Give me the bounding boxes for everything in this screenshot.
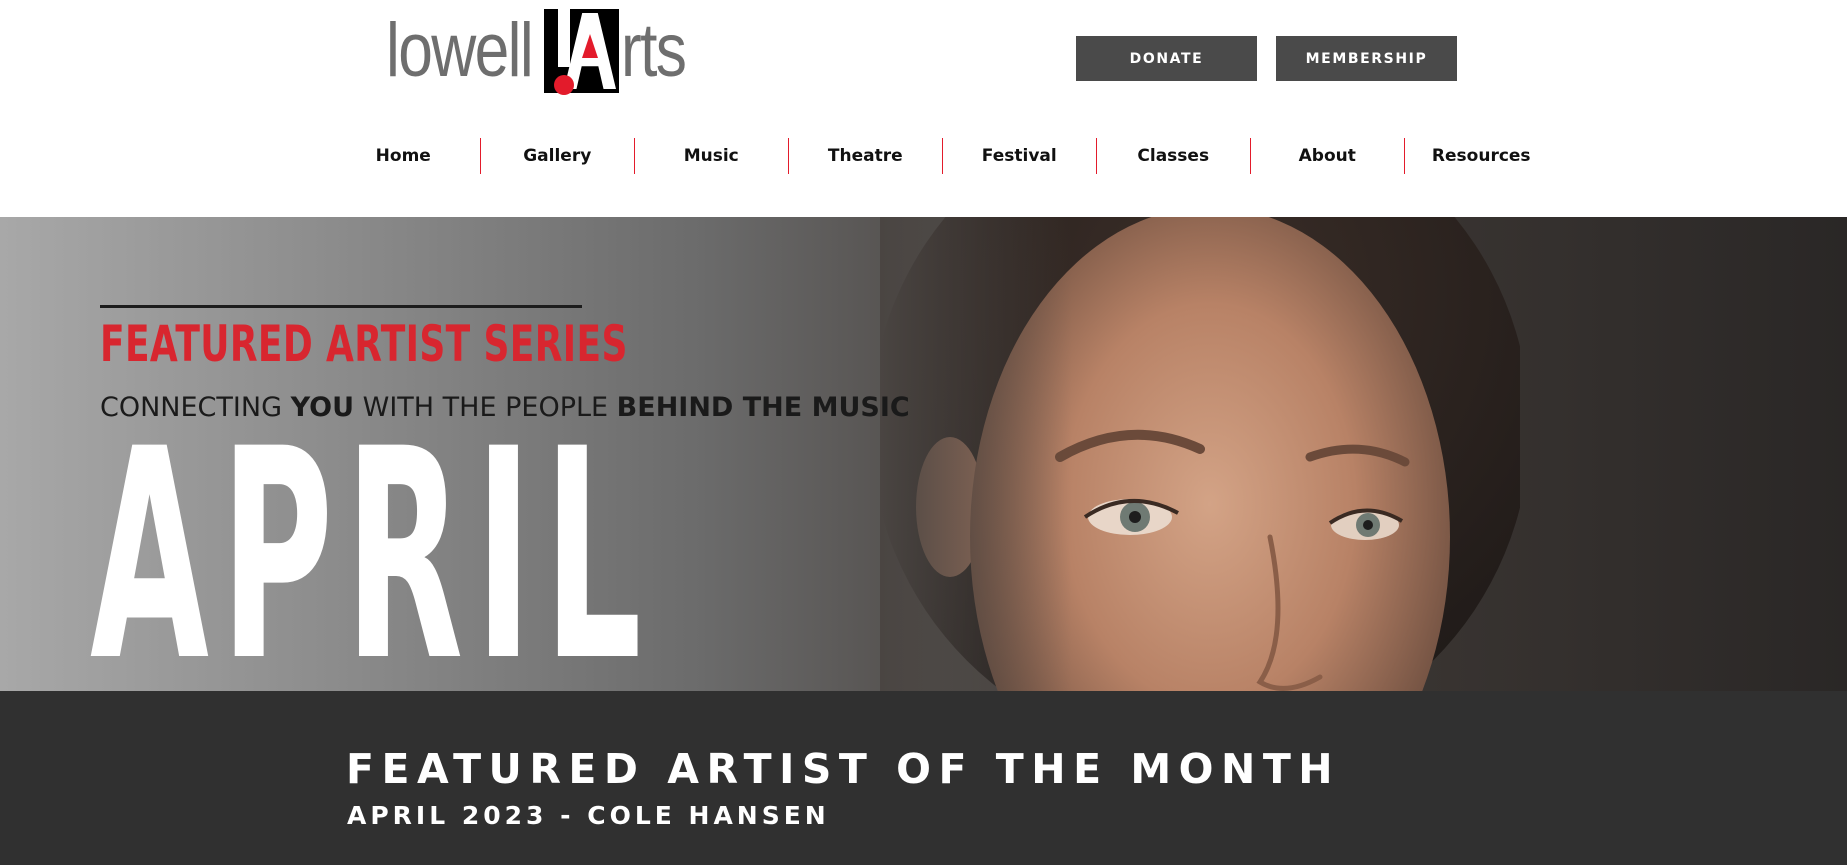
site-header: lowell rts DONATE MEMBERSHIP Home Galler… bbox=[0, 0, 1847, 217]
artist-portrait-image bbox=[880, 217, 1520, 691]
nav-item-theatre[interactable]: Theatre bbox=[789, 137, 942, 175]
logo-text-right: rts bbox=[621, 8, 687, 93]
nav-item-resources[interactable]: Resources bbox=[1405, 137, 1558, 175]
logo-mark-icon bbox=[544, 9, 619, 95]
logo-exclamation-bar bbox=[558, 9, 570, 67]
main-nav: Home Gallery Music Theatre Festival Clas… bbox=[327, 137, 1558, 175]
nav-item-classes[interactable]: Classes bbox=[1097, 137, 1250, 175]
tagline-bold-behind-music: BEHIND THE MUSIC bbox=[616, 392, 910, 423]
featured-artist-band: FEATURED ARTIST OF THE MONTH APRIL 2023 … bbox=[0, 691, 1847, 865]
nav-item-gallery[interactable]: Gallery bbox=[481, 137, 634, 175]
featured-series-title: FEATURED ARTIST SERIES bbox=[100, 315, 628, 373]
membership-button[interactable]: MEMBERSHIP bbox=[1276, 36, 1457, 81]
featured-artist-title: FEATURED ARTIST OF THE MONTH bbox=[346, 745, 1341, 793]
nav-item-festival[interactable]: Festival bbox=[943, 137, 1096, 175]
hero-banner: FEATURED ARTIST SERIES CONNECTING YOU WI… bbox=[0, 217, 1847, 691]
logo-text-left: lowell bbox=[386, 8, 534, 93]
donate-button[interactable]: DONATE bbox=[1076, 36, 1257, 81]
hero-month-heading: APRIL bbox=[90, 388, 654, 692]
nav-item-about[interactable]: About bbox=[1251, 137, 1404, 175]
nav-item-music[interactable]: Music bbox=[635, 137, 788, 175]
nav-item-home[interactable]: Home bbox=[327, 137, 480, 175]
logo-red-dot bbox=[554, 75, 574, 95]
hero-divider-line bbox=[100, 305, 582, 308]
featured-artist-subtitle: APRIL 2023 - COLE HANSEN bbox=[347, 801, 830, 830]
lowell-arts-logo[interactable]: lowell rts bbox=[386, 6, 741, 96]
